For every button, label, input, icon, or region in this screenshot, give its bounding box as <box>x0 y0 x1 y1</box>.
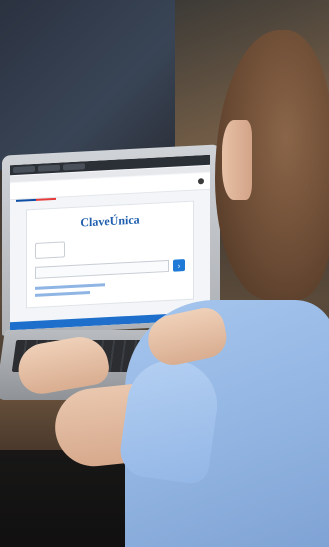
contrast-toggle-icon <box>198 178 204 185</box>
arrow-right-icon: › <box>173 259 185 272</box>
login-title: ClaveÚnica <box>80 212 140 230</box>
browser-tab <box>13 165 35 174</box>
help-link <box>35 283 105 290</box>
help-link <box>35 291 90 297</box>
background-wall-left <box>0 0 175 170</box>
person-face <box>222 120 252 200</box>
photo: ClaveÚnica › <box>0 0 329 547</box>
browser-tab <box>63 163 85 171</box>
login-card: ClaveÚnica › <box>26 200 194 309</box>
browser-tab <box>38 164 60 172</box>
laptop-screen: ClaveÚnica › <box>10 154 210 331</box>
login-input-row: › <box>35 259 185 279</box>
run-input <box>35 259 169 279</box>
run-field-label <box>35 241 65 259</box>
